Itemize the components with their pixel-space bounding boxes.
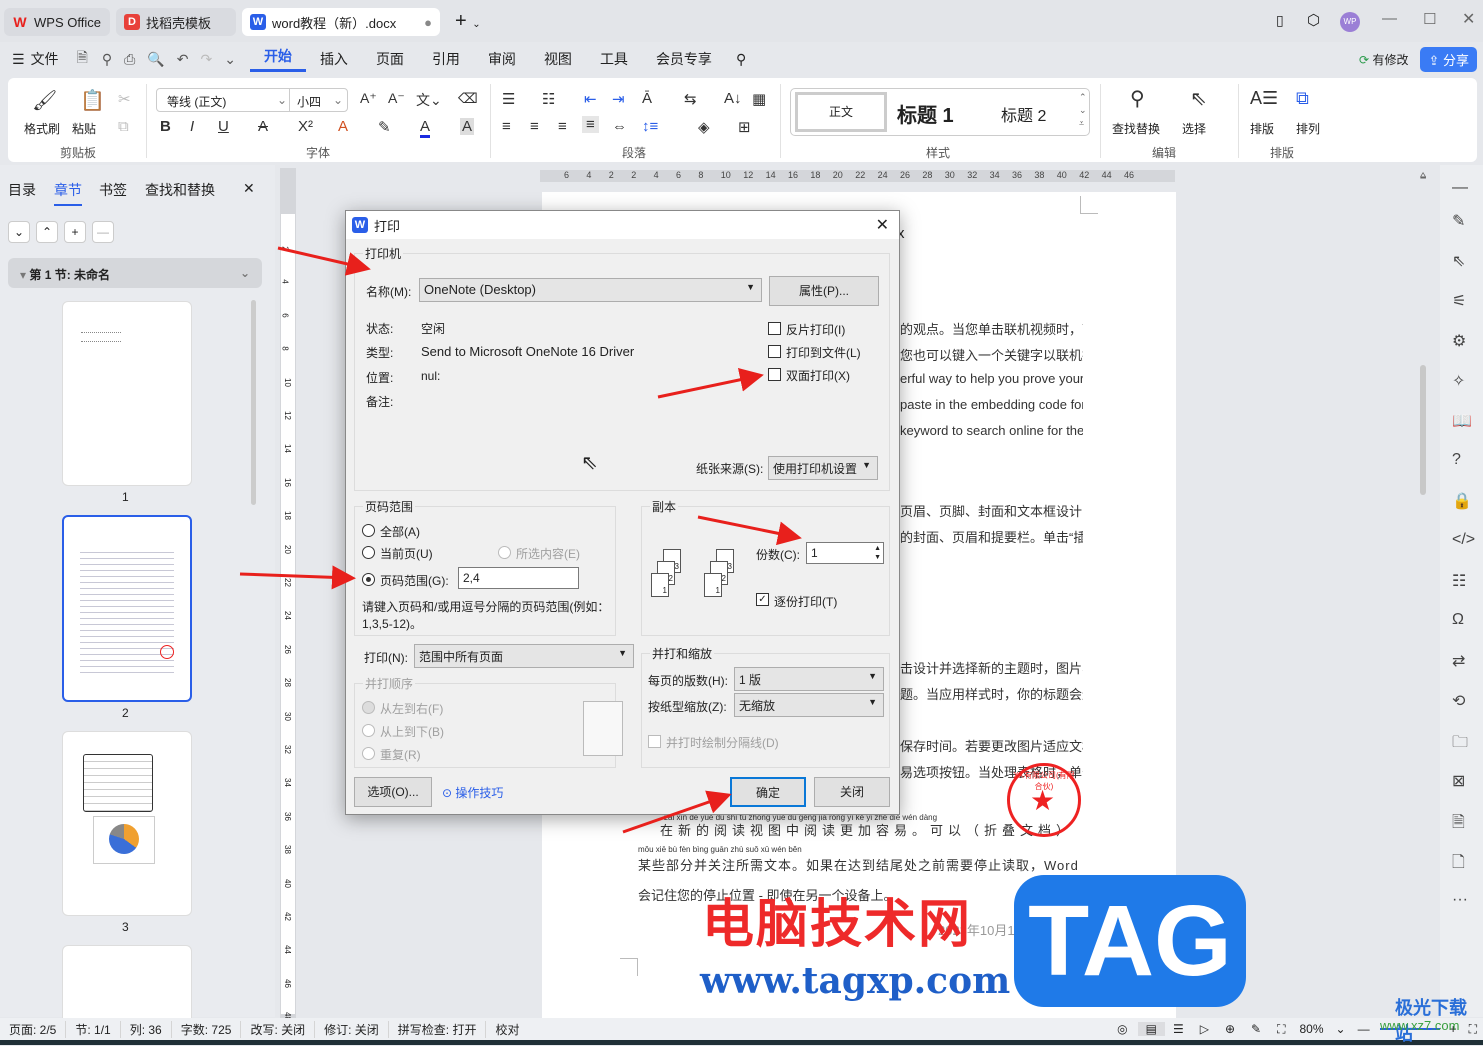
arrow-ok xyxy=(622,790,732,834)
arrow-printer xyxy=(277,246,371,276)
watermark-text: 电脑技术网 xyxy=(702,895,973,955)
arrow-copies xyxy=(697,515,802,546)
arrow-page-range xyxy=(239,565,356,590)
site-watermark-url: www.xz7.com xyxy=(1380,1018,1460,1033)
tag-logo: TAG xyxy=(1014,875,1246,1007)
arrow-duplex xyxy=(657,367,764,399)
watermark-url: www.tagxp.com xyxy=(700,960,1011,1002)
